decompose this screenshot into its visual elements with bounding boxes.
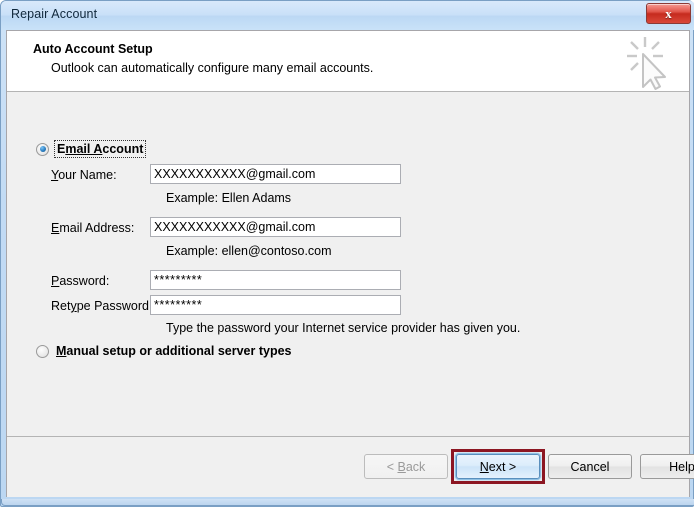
close-button[interactable]: x bbox=[646, 3, 691, 24]
dialog-footer: < Back Next > Cancel Help bbox=[7, 436, 694, 497]
cancel-button[interactable]: Cancel bbox=[548, 454, 632, 479]
title-bar: Repair Account x bbox=[1, 1, 694, 30]
your-name-input[interactable] bbox=[150, 164, 401, 184]
your-name-example: Example: Ellen Adams bbox=[166, 191, 292, 205]
password-input[interactable] bbox=[150, 270, 401, 290]
email-address-example: Example: ellen@contoso.com bbox=[166, 244, 332, 258]
password-label: Password: bbox=[51, 274, 110, 288]
repair-account-window: Repair Account x Auto Account Setup Outl… bbox=[0, 0, 694, 507]
next-button[interactable]: Next > bbox=[456, 454, 540, 479]
retype-password-input[interactable] bbox=[150, 295, 401, 315]
radio-manual-setup-label[interactable]: Manual setup or additional server types bbox=[56, 344, 292, 358]
back-button[interactable]: < Back bbox=[364, 454, 448, 479]
radio-manual-setup[interactable]: Manual setup or additional server types bbox=[36, 344, 292, 358]
radio-manual-setup-indicator[interactable] bbox=[36, 344, 49, 358]
radio-email-account-indicator[interactable] bbox=[36, 142, 49, 156]
wizard-header: Auto Account Setup Outlook can automatic… bbox=[7, 31, 689, 92]
email-address-label: Email Address: bbox=[51, 221, 135, 235]
form-area: Email Account Your Name: Example: Ellen … bbox=[7, 92, 689, 437]
help-button[interactable]: Help bbox=[640, 454, 694, 479]
radio-email-account[interactable]: Email Account bbox=[36, 140, 147, 158]
close-icon: x bbox=[665, 6, 672, 21]
window-bottom-edge bbox=[1, 499, 694, 506]
page-title: Auto Account Setup bbox=[33, 42, 153, 56]
dialog-body: Auto Account Setup Outlook can automatic… bbox=[6, 30, 694, 497]
your-name-label: Your Name: bbox=[51, 168, 117, 182]
email-address-input[interactable] bbox=[150, 217, 401, 237]
radio-email-account-label[interactable]: Email Account bbox=[53, 140, 147, 158]
password-hint: Type the password your Internet service … bbox=[166, 321, 521, 335]
window-title: Repair Account bbox=[11, 7, 98, 21]
wizard-cursor-sparkle-icon bbox=[623, 34, 675, 90]
page-subtitle: Outlook can automatically configure many… bbox=[51, 61, 374, 75]
retype-password-label: Retype Password: bbox=[51, 299, 153, 313]
